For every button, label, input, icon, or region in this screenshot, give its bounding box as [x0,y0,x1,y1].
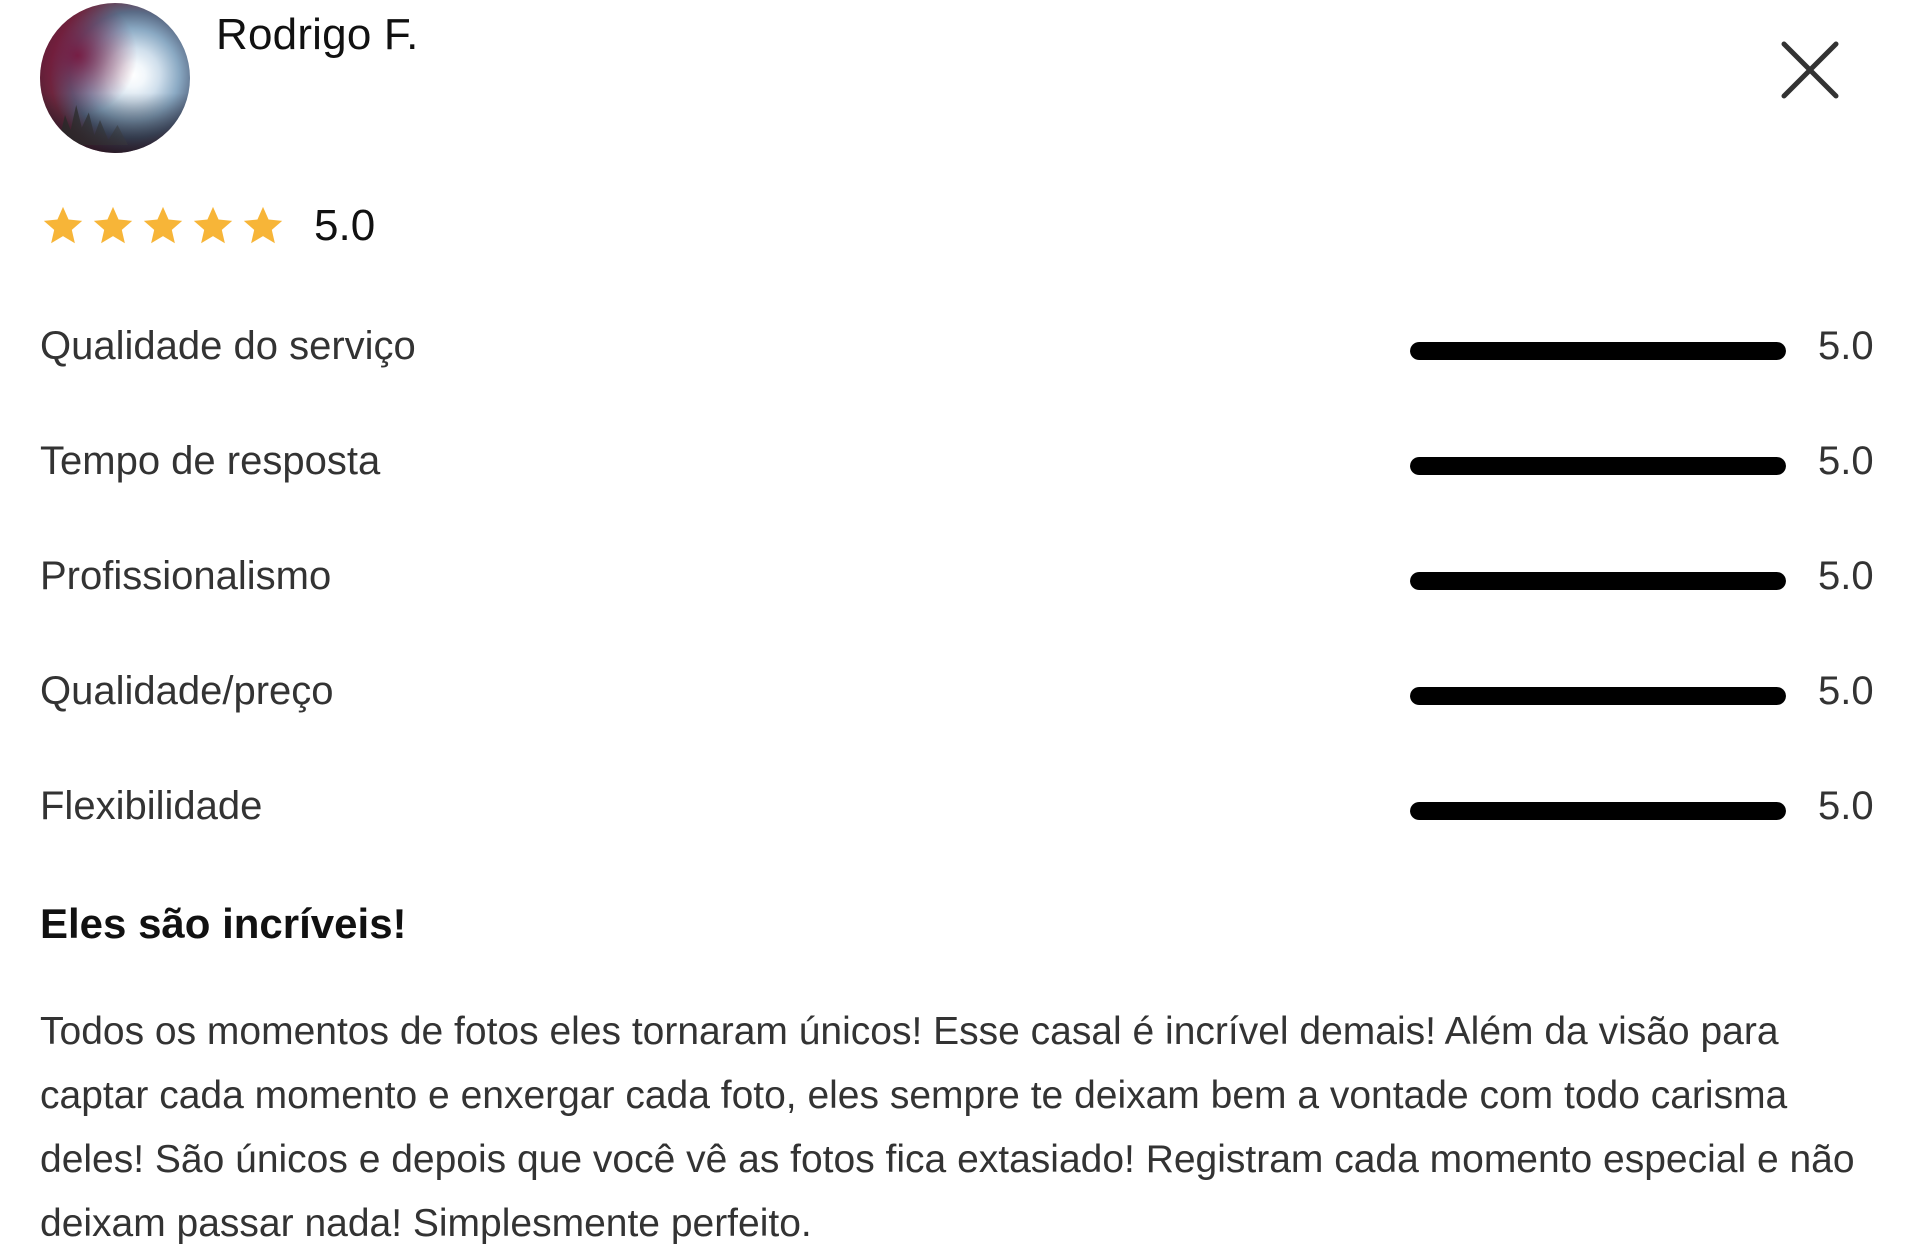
category-score: 5.0 [1818,324,1874,368]
category-score: 5.0 [1818,439,1874,483]
star-rating [40,203,290,249]
star-icon [43,206,83,244]
category-label: Profissionalismo [40,554,332,598]
star-icon [243,206,283,244]
rating-bar-fill [1410,802,1786,820]
category-row: Tempo de resposta 5.0 [40,433,1890,548]
category-score: 5.0 [1818,784,1874,828]
category-row: Profissionalismo 5.0 [40,548,1890,663]
rating-bar [1410,457,1786,475]
rating-bar [1410,572,1786,590]
category-label: Qualidade do serviço [40,324,416,368]
close-icon [1781,41,1839,99]
category-score: 5.0 [1818,669,1874,713]
rating-bar-fill [1410,342,1786,360]
star-icon [93,206,133,244]
rating-bar-fill [1410,572,1786,590]
star-icon [143,206,183,244]
category-row: Qualidade do serviço 5.0 [40,318,1890,433]
rating-bar-fill [1410,457,1786,475]
rating-bar-fill [1410,687,1786,705]
overall-score: 5.0 [314,201,376,250]
overall-rating: 5.0 [40,200,375,252]
star-icon [193,206,233,244]
close-button[interactable] [1778,38,1842,102]
category-score: 5.0 [1818,554,1874,598]
category-label: Flexibilidade [40,784,263,828]
category-label: Qualidade/preço [40,669,334,713]
review-title: Eles são incríveis! [40,900,407,947]
category-row: Qualidade/preço 5.0 [40,663,1890,778]
category-label: Tempo de resposta [40,439,381,483]
rating-bar [1410,687,1786,705]
rating-bar [1410,342,1786,360]
category-row: Flexibilidade 5.0 [40,778,1890,893]
review-body: Todos os momentos de fotos eles tornaram… [40,1010,1855,1245]
category-ratings: Qualidade do serviço 5.0 Tempo de resposta… [40,318,1890,893]
rating-bar [1410,802,1786,820]
reviewer-name: Rodrigo F. [216,10,419,59]
avatar [40,3,190,153]
